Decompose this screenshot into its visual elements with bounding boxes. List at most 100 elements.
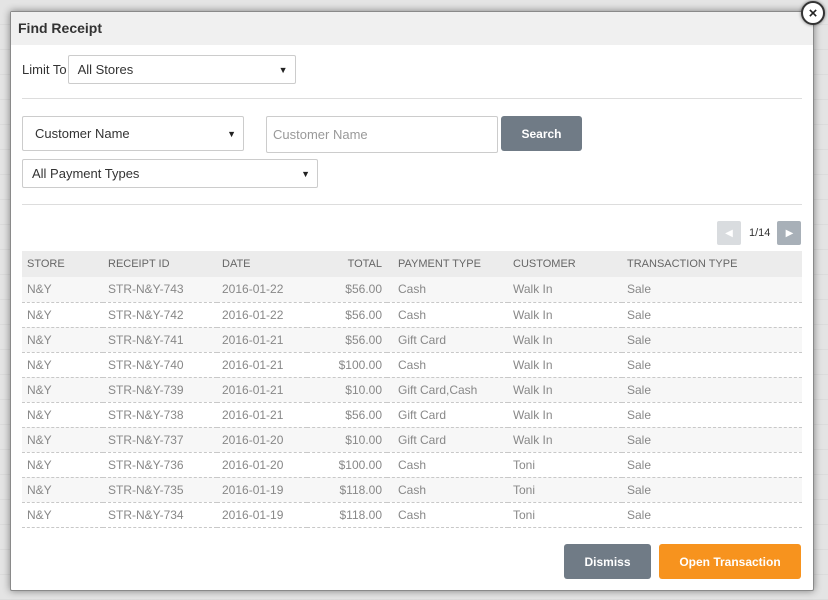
column-header[interactable]: DATE xyxy=(217,251,307,277)
table-cell: N&Y xyxy=(27,282,52,297)
table-cell: N&Y xyxy=(27,332,52,347)
search-field-value: Customer Name xyxy=(35,126,130,141)
pagination: ◀ 1/14 ▶ xyxy=(717,221,802,245)
table-row[interactable]: N&Y STR-N&Y-737 2016-01-20 $10.00 Gift Card W… xyxy=(22,427,802,452)
open-transaction-button[interactable]: Open Transaction xyxy=(659,544,801,579)
table-cell: N&Y xyxy=(27,507,52,522)
table-cell: N&Y xyxy=(27,382,52,397)
table-cell: STR-N&Y-741 xyxy=(108,332,184,347)
column-header[interactable]: PAYMENT TYPE xyxy=(387,251,508,277)
table-row[interactable]: N&Y STR-N&Y-738 2016-01-21 $56.00 Gift Card W… xyxy=(22,402,802,427)
table-cell: Cash xyxy=(398,457,427,472)
table-cell: STR-N&Y-740 xyxy=(108,357,184,372)
table-cell: 2016-01-21 xyxy=(222,382,284,397)
column-header[interactable]: CUSTOMER xyxy=(508,251,622,277)
receipts-table: STORE RECEIPT ID DATE TOTAL PAYMENT TYPE… xyxy=(22,251,802,528)
table-row[interactable]: N&Y STR-N&Y-735 2016-01-19 $118.00 Cash Toni S… xyxy=(22,477,802,502)
table-cell: $100.00 xyxy=(338,457,382,472)
table-cell: Walk In xyxy=(513,282,553,297)
table-cell: $118.00 xyxy=(339,482,383,497)
table-cell: 2016-01-22 xyxy=(222,282,284,297)
table-cell: N&Y xyxy=(27,482,52,497)
store-select[interactable]: All Stores ▼ xyxy=(67,55,296,84)
caret-down-icon: ▼ xyxy=(301,168,310,179)
table-body: N&Y STR-N&Y-743 2016-01-22 $56.00 Cash Walk I… xyxy=(22,277,802,527)
dialog-header: Find Receipt xyxy=(11,12,813,45)
table-row[interactable]: N&Y STR-N&Y-739 2016-01-21 $10.00 Gift Card,… xyxy=(22,377,802,402)
table-cell: 2016-01-19 xyxy=(222,507,284,522)
table-cell: Sale xyxy=(627,457,652,472)
table-cell: Toni xyxy=(513,482,536,497)
table-cell: Sale xyxy=(627,357,652,372)
page-indicator: 1/14 xyxy=(749,227,771,239)
store-select-value: All Stores xyxy=(77,62,134,77)
table-cell: Cash xyxy=(398,482,427,497)
table-cell: 2016-01-21 xyxy=(222,357,284,372)
table-cell: 2016-01-19 xyxy=(222,482,284,497)
caret-down-icon: ▼ xyxy=(227,128,236,139)
table-cell: Walk In xyxy=(513,332,553,347)
search-field-select[interactable]: Customer Name ▼ xyxy=(22,116,244,151)
table-cell: N&Y xyxy=(27,407,52,422)
close-icon: × xyxy=(808,4,818,22)
table-cell: 2016-01-21 xyxy=(222,407,284,422)
caret-down-icon: ▼ xyxy=(278,64,288,75)
column-header[interactable]: TRANSACTION TYPE xyxy=(622,251,802,277)
chevron-right-icon: ▶ xyxy=(785,227,794,239)
next-page-button[interactable]: ▶ xyxy=(777,221,802,245)
table-cell: Sale xyxy=(627,507,652,522)
table-cell: STR-N&Y-738 xyxy=(108,407,184,422)
table-cell: Gift Card xyxy=(398,407,447,422)
payment-type-select[interactable]: All Payment Types ▼ xyxy=(22,159,318,188)
search-input[interactable] xyxy=(266,116,498,153)
table-cell: Cash xyxy=(398,282,427,297)
table-cell: Toni xyxy=(513,507,536,522)
table-cell: 2016-01-20 xyxy=(222,457,284,472)
find-receipt-dialog: Find Receipt Limit To All Stores ▼ Custo… xyxy=(10,11,814,591)
close-button[interactable]: × xyxy=(801,1,825,25)
column-header[interactable]: RECEIPT ID xyxy=(103,251,217,277)
search-button[interactable]: Search xyxy=(501,116,582,151)
table-cell: Sale xyxy=(627,307,652,322)
table-row[interactable]: N&Y STR-N&Y-734 2016-01-19 $118.00 Cash Toni S… xyxy=(22,502,802,527)
column-header[interactable]: TOTAL xyxy=(307,251,387,277)
table-cell: Walk In xyxy=(513,307,553,322)
dismiss-button[interactable]: Dismiss xyxy=(564,544,651,579)
table-cell: Walk In xyxy=(513,407,553,422)
table-cell: STR-N&Y-739 xyxy=(108,382,184,397)
table-row[interactable]: N&Y STR-N&Y-736 2016-01-20 $100.00 Cash Toni S… xyxy=(22,452,802,477)
table-cell: Sale xyxy=(627,432,652,447)
table-row[interactable]: N&Y STR-N&Y-743 2016-01-22 $56.00 Cash Walk I… xyxy=(22,277,802,302)
table-cell: STR-N&Y-734 xyxy=(108,507,184,522)
table-cell: N&Y xyxy=(27,307,52,322)
table-cell: Toni xyxy=(513,457,536,472)
table-cell: Walk In xyxy=(513,382,553,397)
table-cell: N&Y xyxy=(27,457,52,472)
column-header[interactable]: STORE xyxy=(22,251,103,277)
table-cell: Cash xyxy=(398,357,427,372)
table-cell: Gift Card,Cash xyxy=(398,382,478,397)
table-cell: $100.00 xyxy=(338,357,382,372)
table-cell: 2016-01-21 xyxy=(222,332,284,347)
table-row[interactable]: N&Y STR-N&Y-740 2016-01-21 $100.00 Cash Walk … xyxy=(22,352,802,377)
payment-type-value: All Payment Types xyxy=(32,166,140,181)
table-cell: Cash xyxy=(398,507,427,522)
prev-page-button[interactable]: ◀ xyxy=(717,221,741,245)
table-cell: Sale xyxy=(627,407,652,422)
divider xyxy=(22,98,802,99)
table-cell: Sale xyxy=(627,332,652,347)
table-row[interactable]: N&Y STR-N&Y-741 2016-01-21 $56.00 Gift Card W… xyxy=(22,327,802,352)
table-cell: Sale xyxy=(627,382,652,397)
table-cell: Cash xyxy=(398,307,427,322)
table-cell: STR-N&Y-742 xyxy=(108,307,184,322)
table-row[interactable]: N&Y STR-N&Y-742 2016-01-22 $56.00 Cash Walk I… xyxy=(22,302,802,327)
table-cell: STR-N&Y-737 xyxy=(108,432,184,447)
table-cell: 2016-01-20 xyxy=(222,432,284,447)
limit-label: Limit To xyxy=(22,62,67,77)
table-cell: Gift Card xyxy=(398,332,447,347)
table-cell: 2016-01-22 xyxy=(222,307,284,322)
table-header-row: STORE RECEIPT ID DATE TOTAL PAYMENT TYPE… xyxy=(22,251,802,277)
limit-row: Limit To All Stores ▼ xyxy=(22,55,296,84)
table-cell: Sale xyxy=(627,282,652,297)
table-cell: $56.00 xyxy=(345,407,382,422)
